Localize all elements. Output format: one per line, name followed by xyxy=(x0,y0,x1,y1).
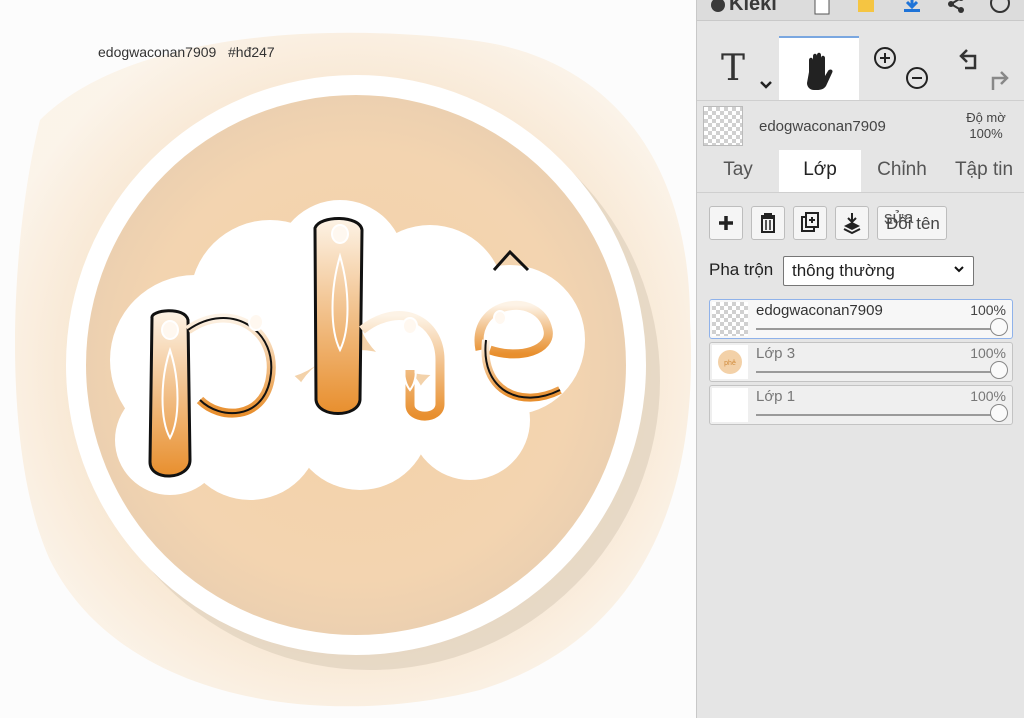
rename-label: Đổi tên xyxy=(886,214,940,233)
layer-name: Lớp 1 xyxy=(756,388,796,405)
tab-adjust[interactable]: Chỉnh xyxy=(861,150,943,192)
drawing-canvas[interactable]: edogwaconan7909 #hđ247 xyxy=(0,0,696,718)
delete-layer-icon xyxy=(761,213,775,233)
opacity-slider-handle[interactable] xyxy=(990,404,1008,422)
opacity-slider-track[interactable] xyxy=(756,328,996,330)
opacity-value: 100% xyxy=(969,126,1003,141)
tab-file[interactable]: Tập tin xyxy=(943,150,1024,192)
layer-thumbnail: phê xyxy=(712,345,748,379)
tab-hand[interactable]: Tay xyxy=(697,150,779,192)
layer-opacity: 100% xyxy=(970,345,1006,361)
download-icon[interactable] xyxy=(901,0,923,16)
text-tool[interactable]: T xyxy=(697,36,777,100)
blend-mode-value: thông thường xyxy=(792,261,895,280)
undo-redo-icon xyxy=(959,49,1009,90)
hand-tool-icon xyxy=(807,52,833,90)
layer-opacity: 100% xyxy=(970,388,1006,404)
layer-thumbnail xyxy=(712,302,748,336)
undo-redo[interactable] xyxy=(943,36,1023,100)
active-layer-name: edogwaconan7909 xyxy=(759,118,886,135)
chevron-down-icon[interactable] xyxy=(759,80,773,90)
add-layer-button[interactable] xyxy=(709,206,743,240)
opacity-slider-track[interactable] xyxy=(756,414,996,416)
layer-opacity: 100% xyxy=(970,302,1006,318)
layer-thumbnail xyxy=(712,388,748,422)
layer-name: edogwaconan7909 xyxy=(756,302,883,319)
rename-layer-button[interactable]: sửa Đổi tên xyxy=(877,206,947,240)
zoom-tool[interactable] xyxy=(861,36,941,100)
panel-tabs: Tay Lớp Chỉnh Tập tin xyxy=(697,150,1024,193)
layer-item[interactable]: phê Lớp 3 100% xyxy=(709,342,1013,382)
artwork xyxy=(15,32,692,707)
tab-layers[interactable]: Lớp xyxy=(779,150,861,192)
merge-down-button[interactable] xyxy=(835,206,869,240)
active-layer-header: edogwaconan7909 Độ mờ 100% xyxy=(697,102,1024,150)
opacity-display[interactable]: Độ mờ 100% xyxy=(961,110,1011,142)
blend-label: Pha trộn xyxy=(709,260,774,279)
help-icon[interactable] xyxy=(989,0,1011,16)
duplicate-layer-icon xyxy=(801,212,819,232)
opacity-slider-track[interactable] xyxy=(756,371,996,373)
watermark-text: edogwaconan7909 #hđ247 xyxy=(98,44,275,60)
duplicate-layer-button[interactable] xyxy=(793,206,827,240)
zoom-icon xyxy=(874,47,928,89)
layer-name: Lớp 3 xyxy=(756,345,796,362)
blend-mode-select[interactable]: thông thường xyxy=(783,256,974,286)
add-layer-icon xyxy=(719,216,733,230)
app-logo[interactable]: Kleki xyxy=(711,0,777,16)
top-bar: Kleki xyxy=(697,0,1024,21)
layer-item[interactable]: edogwaconan7909 100% xyxy=(709,299,1013,339)
open-folder-icon[interactable] xyxy=(855,0,877,16)
merge-down-icon xyxy=(843,213,861,235)
chevron-down-icon xyxy=(954,266,964,273)
app-logo-text: Kleki xyxy=(729,0,777,15)
text-tool-icon: T xyxy=(721,48,746,89)
side-panel: Kleki T edogwaconan7909 Độ mờ 100% Tay L… xyxy=(696,0,1024,718)
opacity-slider-handle[interactable] xyxy=(990,318,1008,336)
hand-tool[interactable] xyxy=(779,36,859,100)
layer-item[interactable]: Lớp 1 100% xyxy=(709,385,1013,425)
active-layer-thumbnail xyxy=(703,106,743,146)
share-icon[interactable] xyxy=(945,0,967,16)
svg-text:phê: phê xyxy=(724,360,736,367)
tool-bar: T xyxy=(697,36,1024,101)
delete-layer-button[interactable] xyxy=(751,206,785,240)
new-file-icon[interactable] xyxy=(811,0,833,16)
opacity-slider-handle[interactable] xyxy=(990,361,1008,379)
opacity-label: Độ mờ xyxy=(966,110,1006,125)
